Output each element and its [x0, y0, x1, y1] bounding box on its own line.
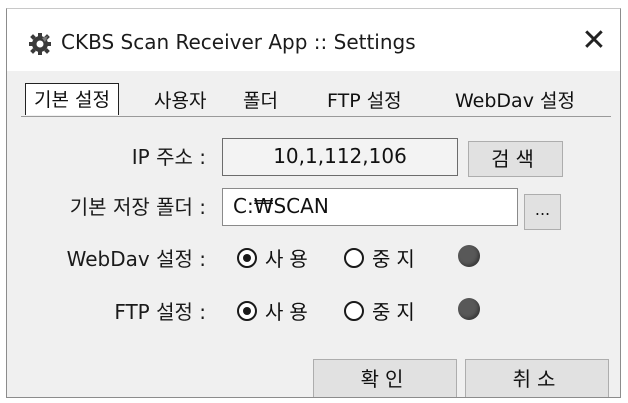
ftp-stop-label: 중지	[372, 300, 421, 324]
ok-button[interactable]: 확인	[313, 359, 457, 397]
ip-label: IP 주소 :	[131, 145, 206, 169]
ftp-use-radio[interactable]: 사용	[237, 296, 314, 325]
tab-strip: 기본 설정 사용자 폴더 FTP 설정 WebDav 설정	[21, 83, 611, 117]
title-bar: CKBS Scan Receiver App :: Settings ✕	[7, 9, 620, 71]
webdav-use-label: 사용	[265, 247, 314, 271]
search-button[interactable]: 검색	[468, 141, 563, 177]
tab-users[interactable]: 사용자	[154, 87, 206, 115]
close-icon[interactable]: ✕	[576, 23, 612, 59]
tab-divider	[21, 116, 611, 117]
webdav-status-indicator	[458, 245, 480, 267]
tab-webdav-settings[interactable]: WebDav 설정	[455, 87, 575, 115]
ip-address-field[interactable]: 10,1,112,106	[222, 138, 458, 176]
browse-folder-button[interactable]: ...	[524, 194, 561, 230]
window-title: CKBS Scan Receiver App :: Settings	[61, 30, 416, 54]
settings-window: CKBS Scan Receiver App :: Settings ✕ 기본 …	[6, 8, 621, 398]
ftp-use-label: 사용	[265, 300, 314, 324]
settings-content: 기본 설정 사용자 폴더 FTP 설정 WebDav 설정 IP 주소 : 10…	[7, 71, 620, 397]
webdav-stop-radio[interactable]: 중지	[344, 243, 421, 272]
tab-ftp-settings[interactable]: FTP 설정	[327, 87, 402, 115]
webdav-label: WebDav 설정 :	[66, 247, 206, 271]
folder-label: 기본 저장 폴더 :	[69, 195, 206, 219]
ftp-status-indicator	[458, 298, 480, 320]
radio-unchecked-icon	[344, 300, 364, 321]
folder-path-input[interactable]: C:₩SCAN	[222, 188, 518, 226]
gear-icon	[29, 33, 51, 55]
webdav-use-radio[interactable]: 사용	[237, 243, 314, 272]
webdav-stop-label: 중지	[372, 247, 421, 271]
radio-checked-icon	[237, 300, 257, 321]
radio-unchecked-icon	[344, 247, 364, 268]
radio-checked-icon	[237, 247, 257, 268]
tab-folders[interactable]: 폴더	[243, 87, 278, 115]
cancel-button[interactable]: 취소	[465, 359, 609, 397]
ftp-label: FTP 설정 :	[114, 300, 206, 324]
tab-basic-settings[interactable]: 기본 설정	[25, 83, 119, 115]
ftp-stop-radio[interactable]: 중지	[344, 296, 421, 325]
